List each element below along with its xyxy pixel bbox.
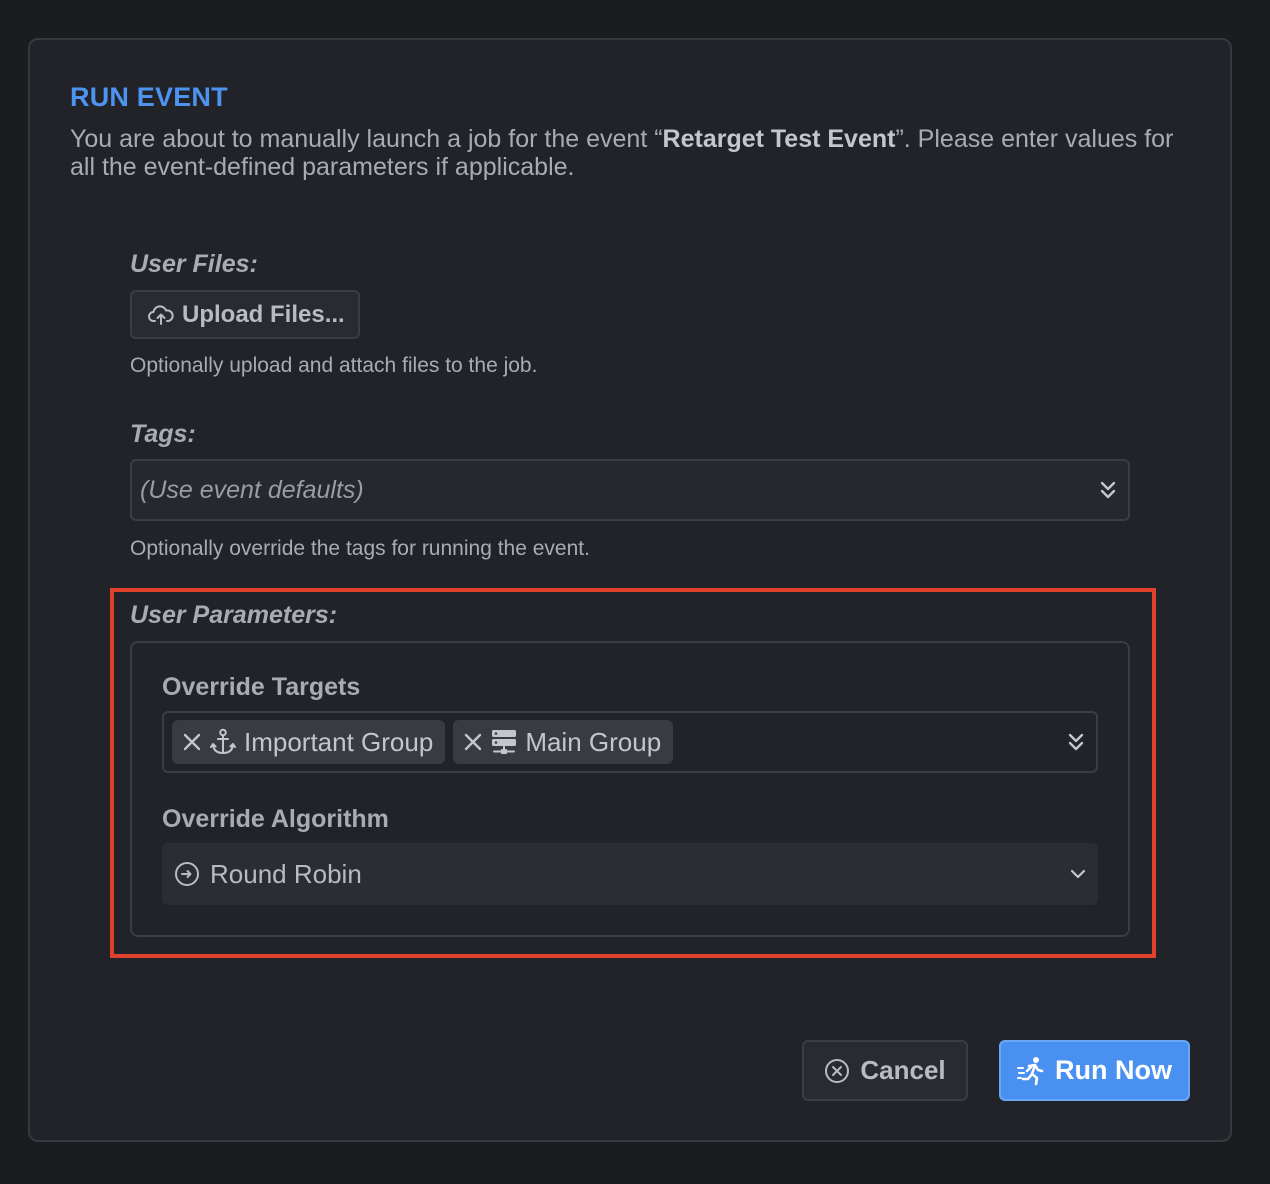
event-name: Retarget Test Event — [662, 125, 896, 153]
chevron-down-icon — [1070, 869, 1086, 879]
override-algorithm-label: Override Algorithm — [162, 805, 389, 833]
cancel-circle-icon — [825, 1058, 850, 1083]
tags-placeholder: (Use event defaults) — [140, 475, 364, 504]
user-files-help: Optionally upload and attach files to th… — [130, 354, 538, 377]
run-now-label: Run Now — [1055, 1055, 1172, 1085]
override-algorithm-select[interactable]: Round Robin — [162, 843, 1098, 905]
anchor-icon — [210, 728, 236, 755]
user-parameters-box: Override Targets Important Group Main Gr… — [130, 641, 1130, 937]
double-chevron-down-icon — [1068, 733, 1084, 751]
target-chip-important-group: Important Group — [172, 720, 446, 764]
tags-label: Tags: — [130, 420, 196, 448]
running-person-icon — [1017, 1056, 1044, 1085]
dialog-intro: You are about to manually launch a job f… — [70, 125, 1174, 181]
user-parameters-label: User Parameters: — [130, 601, 338, 629]
cancel-button[interactable]: Cancel — [802, 1040, 968, 1101]
tags-help: Optionally override the tags for running… — [130, 537, 590, 560]
override-targets-select[interactable]: Important Group Main Group — [162, 711, 1098, 773]
override-targets-label: Override Targets — [162, 673, 361, 701]
double-chevron-down-icon — [1100, 481, 1116, 499]
server-icon — [492, 730, 517, 754]
cancel-label: Cancel — [860, 1055, 946, 1085]
upload-files-button[interactable]: Upload Files... — [130, 290, 360, 339]
remove-chip-icon[interactable] — [463, 732, 483, 752]
target-chip-main-group: Main Group — [453, 720, 674, 764]
cloud-upload-icon — [148, 304, 174, 325]
dialog-title: RUN EVENT — [70, 82, 228, 112]
user-files-label: User Files: — [130, 250, 258, 278]
run-now-button[interactable]: Run Now — [999, 1040, 1190, 1101]
chip-label: Main Group — [525, 726, 662, 757]
algorithm-value: Round Robin — [210, 858, 362, 889]
remove-chip-icon[interactable] — [182, 732, 202, 752]
chip-label: Important Group — [244, 726, 434, 757]
upload-files-label: Upload Files... — [182, 300, 345, 328]
tags-select[interactable]: (Use event defaults) — [130, 459, 1130, 521]
run-event-dialog: RUN EVENT You are about to manually laun… — [28, 38, 1232, 1142]
round-robin-icon — [175, 862, 199, 886]
